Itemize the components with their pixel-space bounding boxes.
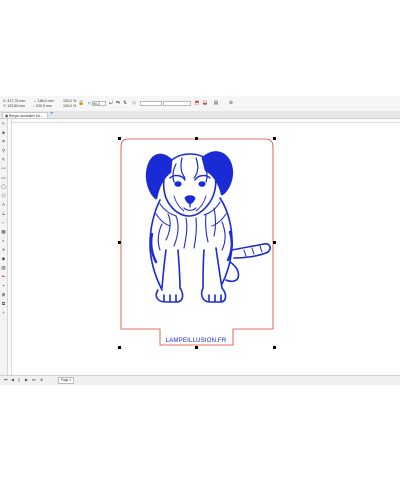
- nose: [184, 195, 196, 205]
- engraved-caption-text[interactable]: LAMPEILLUSION.FR: [158, 337, 234, 344]
- right-front-leg: [202, 247, 223, 289]
- puppy-drawing[interactable]: [145, 151, 271, 303]
- base-cut-outline[interactable]: [120, 138, 274, 346]
- eye-patches: [169, 174, 211, 181]
- head-markings: [172, 157, 208, 183]
- left-eye: [174, 181, 182, 187]
- handle-bottom-left[interactable]: [118, 346, 121, 349]
- tail: [231, 243, 271, 259]
- handle-bottom-middle[interactable]: [195, 346, 198, 349]
- handle-middle-right[interactable]: [273, 241, 276, 244]
- right-front-paw: [200, 287, 227, 303]
- left-ear: [145, 153, 173, 200]
- left-front-leg: [161, 249, 181, 289]
- left-front-paw: [155, 287, 184, 303]
- handle-top-middle[interactable]: [195, 137, 198, 140]
- mouth: [183, 203, 197, 211]
- handle-top-left[interactable]: [118, 137, 121, 140]
- canvas-artwork: [118, 137, 276, 349]
- handle-top-right[interactable]: [273, 137, 276, 140]
- shoulder-patches: [150, 230, 233, 264]
- handle-middle-left[interactable]: [118, 241, 121, 244]
- right-eye: [198, 181, 206, 187]
- selection-handles[interactable]: [118, 137, 276, 349]
- chest-fur: [157, 207, 226, 251]
- handle-bottom-right[interactable]: [273, 346, 276, 349]
